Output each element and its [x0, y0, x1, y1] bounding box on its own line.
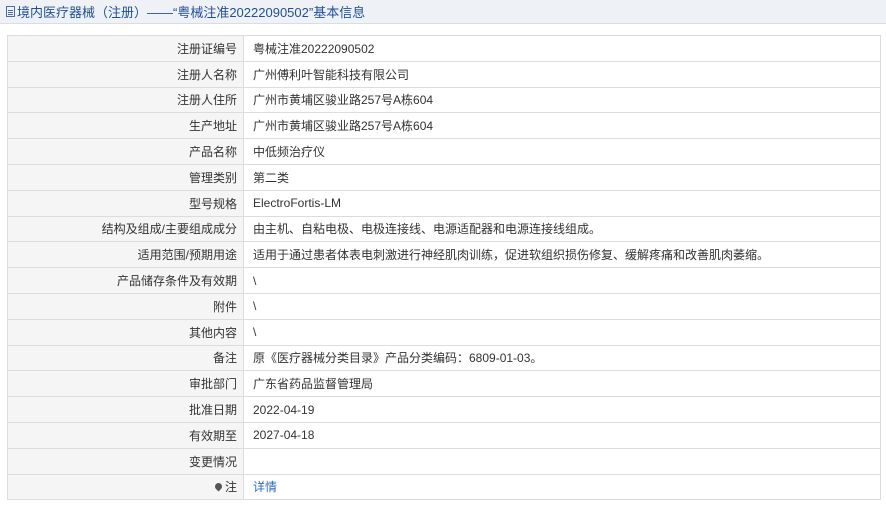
row-value: 广州市黄埔区骏业路257号A栋604 [243, 86, 881, 114]
table-row: 型号规格 ElectroFortis-LM [7, 189, 881, 217]
table-row: 注册人名称 广州傅利叶智能科技有限公司 [7, 60, 881, 88]
row-label: 其他内容 [7, 318, 244, 346]
table-row: 注册人住所 广州市黄埔区骏业路257号A栋604 [7, 86, 881, 114]
row-value [243, 447, 881, 475]
table-row: 审批部门 广东省药品监督管理局 [7, 370, 881, 398]
row-value: 中低频治疗仪 [243, 138, 881, 165]
table-row: 管理类别 第二类 [7, 163, 881, 191]
page-title: 境内医疗器械（注册）——“粤械注准20222090502”基本信息 [17, 5, 366, 20]
row-value: \ [243, 318, 881, 346]
row-value: 广州市黄埔区骏业路257号A栋604 [243, 112, 881, 140]
detail-table: 注册证编号 粤械注准20222090502 注册人名称 广州傅利叶智能科技有限公… [7, 35, 881, 501]
page-header: 境内医疗器械（注册）——“粤械注准20222090502”基本信息 [0, 0, 886, 24]
pin-icon [213, 481, 224, 492]
row-value: 广东省药品监督管理局 [243, 370, 881, 398]
table-row: 结构及组成/主要组成成分 由主机、自粘电极、电极连接线、电源适配器和电源连接线组… [7, 215, 881, 243]
row-label: 变更情况 [7, 447, 244, 475]
row-label: 注册证编号 [7, 35, 244, 62]
row-value: 由主机、自粘电极、电极连接线、电源适配器和电源连接线组成。 [243, 215, 881, 243]
row-value: 广州傅利叶智能科技有限公司 [243, 60, 881, 88]
row-value: 适用于通过患者体表电刺激进行神经肌肉训练，促进软组织损伤修复、缓解疼痛和改善肌肉… [243, 241, 881, 269]
row-label: 备注 [7, 344, 244, 372]
table-row: 生产地址 广州市黄埔区骏业路257号A栋604 [7, 112, 881, 140]
table-row: 注册证编号 粤械注准20222090502 [7, 35, 881, 62]
row-label: 批准日期 [7, 396, 244, 423]
row-value: 2022-04-19 [243, 396, 881, 423]
table-row: 备注 原《医疗器械分类目录》产品分类编码：6809-01-03。 [7, 344, 881, 372]
note-label-cell: 注 [7, 473, 244, 501]
row-label: 注册人名称 [7, 60, 244, 88]
row-label: 结构及组成/主要组成成分 [7, 215, 244, 243]
table-row: 变更情况 [7, 447, 881, 475]
table-row: 产品储存条件及有效期 \ [7, 267, 881, 294]
row-label: 适用范围/预期用途 [7, 241, 244, 269]
row-label: 有效期至 [7, 421, 244, 449]
table-row: 适用范围/预期用途 适用于通过患者体表电刺激进行神经肌肉训练，促进软组织损伤修复… [7, 241, 881, 269]
table-row: 批准日期 2022-04-19 [7, 396, 881, 423]
table-row: 附件 \ [7, 292, 881, 320]
table-row: 产品名称 中低频治疗仪 [7, 138, 881, 165]
note-row: 注 详情 [7, 473, 881, 501]
row-label: 型号规格 [7, 189, 244, 217]
note-label: 注 [224, 480, 237, 495]
row-label: 产品储存条件及有效期 [7, 267, 244, 294]
details-link[interactable]: 详情 [253, 480, 277, 494]
row-label: 管理类别 [7, 163, 244, 191]
row-label: 审批部门 [7, 370, 244, 398]
note-value-cell: 详情 [243, 473, 881, 501]
row-value: 原《医疗器械分类目录》产品分类编码：6809-01-03。 [243, 344, 881, 372]
row-label: 产品名称 [7, 138, 244, 165]
row-label: 生产地址 [7, 112, 244, 140]
row-label: 附件 [7, 292, 244, 320]
row-value: ElectroFortis-LM [243, 189, 881, 217]
document-icon [6, 6, 15, 17]
row-value: 第二类 [243, 163, 881, 191]
row-value: \ [243, 292, 881, 320]
row-label: 注册人住所 [7, 86, 244, 114]
row-value: \ [243, 267, 881, 294]
table-row: 有效期至 2027-04-18 [7, 421, 881, 449]
table-row: 其他内容 \ [7, 318, 881, 346]
row-value: 2027-04-18 [243, 421, 881, 449]
row-value: 粤械注准20222090502 [243, 35, 881, 62]
